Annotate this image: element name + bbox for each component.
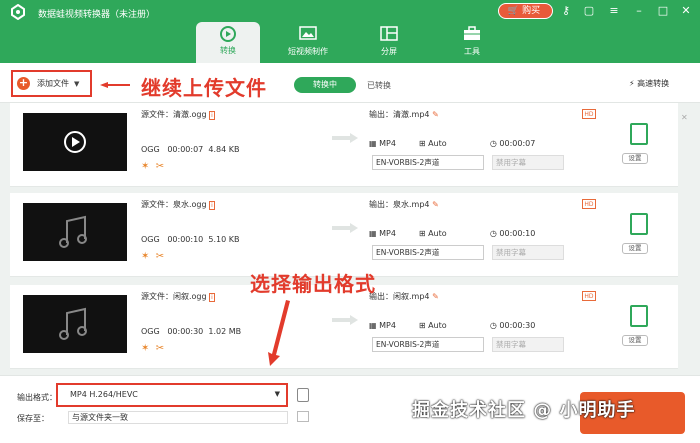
plus-icon: + bbox=[17, 76, 30, 90]
cut-icon[interactable]: ✂ bbox=[156, 161, 164, 172]
toolbox-icon bbox=[464, 26, 480, 40]
file-list: 源文件：清澈.ogg i OGG 00:00:07 4.84 KB ✶ ✂ 输出… bbox=[0, 103, 700, 375]
music-note-icon bbox=[59, 215, 87, 248]
fast-convert-toggle[interactable]: ⚡ 高速转换 bbox=[629, 78, 669, 89]
magic-icon[interactable]: ✶ bbox=[141, 161, 149, 172]
subtitle-select[interactable]: 禁用字幕 bbox=[492, 337, 564, 352]
tab-converting[interactable]: 转换中 bbox=[294, 77, 356, 93]
source-filename: 源文件：闲叙.ogg i bbox=[141, 292, 215, 302]
pencil-icon[interactable]: ✎ bbox=[432, 200, 439, 209]
video-thumbnail[interactable] bbox=[23, 113, 127, 171]
mp4-file-icon[interactable] bbox=[630, 123, 648, 145]
audio-track-select[interactable]: EN-VORBIS-2声道 bbox=[372, 245, 484, 260]
annotation-arrow-left bbox=[100, 82, 130, 88]
save-path-select[interactable]: 与源文件夹一致 bbox=[68, 411, 288, 424]
edit-tools: ✶ ✂ bbox=[141, 251, 164, 262]
tab-short-video[interactable]: 短视频制作 bbox=[276, 23, 340, 63]
chat-icon[interactable]: ▢ bbox=[580, 2, 598, 20]
chevron-down-icon: ▼ bbox=[74, 79, 80, 88]
maximize-icon[interactable]: □ bbox=[654, 2, 672, 20]
info-icon[interactable]: i bbox=[209, 201, 215, 210]
music-note-icon bbox=[59, 307, 87, 340]
title-bar: 数据蛙视频转换器（未注册） 🛒 购买 ⚷ ▢ ≡ – □ ✕ 转换 短视频制作 分… bbox=[0, 0, 700, 63]
output-filename: 输出：清澈.mp4 ✎ bbox=[369, 110, 439, 119]
play-icon bbox=[64, 131, 86, 153]
mp4-file-icon[interactable] bbox=[630, 305, 648, 327]
source-info: OGG 00:00:30 1.02 MB bbox=[141, 327, 242, 336]
split-icon bbox=[380, 26, 398, 41]
hd-icon[interactable]: HD bbox=[582, 291, 596, 301]
source-info: OGG 00:00:10 5.10 KB bbox=[141, 235, 240, 244]
pencil-icon[interactable]: ✎ bbox=[432, 292, 439, 301]
tab-converted[interactable]: 已转换 bbox=[367, 80, 391, 91]
convert-icon bbox=[220, 26, 236, 42]
list-item: 源文件：泉水.ogg i OGG 00:00:10 5.10 KB ✶ ✂ 输出… bbox=[10, 193, 678, 277]
menu-icon[interactable]: ≡ bbox=[605, 2, 623, 20]
remove-icon[interactable]: ✕ bbox=[681, 113, 688, 122]
cart-icon: 🛒 bbox=[507, 6, 520, 16]
pencil-icon[interactable]: ✎ bbox=[432, 110, 439, 119]
subtitle-select[interactable]: 禁用字幕 bbox=[492, 245, 564, 260]
magic-icon[interactable]: ✶ bbox=[141, 251, 149, 262]
annotation-choose-format: 选择输出格式 bbox=[250, 272, 376, 296]
annotation-continue-upload: 继续上传文件 bbox=[141, 76, 267, 100]
output-info: ▦ MP4 ⊞ Auto ◷ 00:00:07 bbox=[369, 139, 536, 148]
format-settings-icon[interactable] bbox=[297, 388, 309, 402]
audio-thumbnail[interactable] bbox=[23, 203, 127, 261]
tab-tools[interactable]: 工具 bbox=[440, 23, 504, 63]
audio-thumbnail[interactable] bbox=[23, 295, 127, 353]
arrow-right-icon bbox=[332, 223, 358, 233]
buy-button[interactable]: 🛒 购买 bbox=[498, 3, 553, 19]
output-format-select[interactable]: MP4 H.264/HEVC ▼ bbox=[56, 383, 288, 407]
mp4-file-icon[interactable] bbox=[630, 213, 648, 235]
source-filename: 源文件：清澈.ogg i bbox=[141, 110, 215, 120]
lightning-icon: ⚡ bbox=[629, 79, 638, 88]
close-icon[interactable]: ✕ bbox=[677, 2, 695, 20]
cut-icon[interactable]: ✂ bbox=[156, 251, 164, 262]
arrow-right-icon bbox=[332, 133, 358, 143]
annotation-arrow-down bbox=[268, 300, 290, 366]
output-filename: 输出：泉水.mp4 ✎ bbox=[369, 200, 439, 209]
settings-button[interactable]: 设置 bbox=[622, 335, 648, 346]
edit-tools: ✶ ✂ bbox=[141, 161, 164, 172]
source-filename: 源文件：泉水.ogg i bbox=[141, 200, 215, 210]
add-file-button[interactable]: + 添加文件 ▼ bbox=[11, 70, 92, 97]
image-icon bbox=[299, 26, 317, 40]
tab-split-screen[interactable]: 分屏 bbox=[357, 23, 421, 63]
settings-button[interactable]: 设置 bbox=[622, 243, 648, 254]
list-item: 源文件：闲叙.ogg i OGG 00:00:30 1.02 MB ✶ ✂ 输出… bbox=[10, 285, 678, 369]
app-logo-icon bbox=[11, 4, 25, 20]
output-info: ▦ MP4 ⊞ Auto ◷ 00:00:10 bbox=[369, 229, 536, 238]
hd-icon[interactable]: HD bbox=[582, 109, 596, 119]
tab-convert[interactable]: 转换 bbox=[196, 22, 260, 63]
source-info: OGG 00:00:07 4.84 KB bbox=[141, 145, 240, 154]
output-info: ▦ MP4 ⊞ Auto ◷ 00:00:30 bbox=[369, 321, 536, 330]
subtitle-select[interactable]: 禁用字幕 bbox=[492, 155, 564, 170]
folder-icon[interactable] bbox=[297, 411, 309, 422]
settings-button[interactable]: 设置 bbox=[622, 153, 648, 164]
watermark: 掘金技术社区 @ 小明助手 bbox=[412, 400, 636, 421]
output-filename: 输出：闲叙.mp4 ✎ bbox=[369, 292, 439, 301]
cut-icon[interactable]: ✂ bbox=[156, 343, 164, 354]
info-icon[interactable]: i bbox=[209, 111, 215, 120]
chevron-down-icon: ▼ bbox=[274, 390, 280, 398]
app-title: 数据蛙视频转换器（未注册） bbox=[38, 10, 156, 20]
output-format-label: 输出格式： bbox=[17, 393, 57, 402]
list-item: 源文件：清澈.ogg i OGG 00:00:07 4.84 KB ✶ ✂ 输出… bbox=[10, 103, 688, 187]
arrow-right-icon bbox=[332, 315, 358, 325]
edit-tools: ✶ ✂ bbox=[141, 343, 164, 354]
save-to-label: 保存至： bbox=[17, 414, 49, 423]
info-icon[interactable]: i bbox=[209, 293, 215, 302]
audio-track-select[interactable]: EN-VORBIS-2声道 bbox=[372, 337, 484, 352]
magic-icon[interactable]: ✶ bbox=[141, 343, 149, 354]
key-icon[interactable]: ⚷ bbox=[557, 2, 575, 20]
hd-icon[interactable]: HD bbox=[582, 199, 596, 209]
minimize-icon[interactable]: – bbox=[630, 2, 648, 20]
audio-track-select[interactable]: EN-VORBIS-2声道 bbox=[372, 155, 484, 170]
